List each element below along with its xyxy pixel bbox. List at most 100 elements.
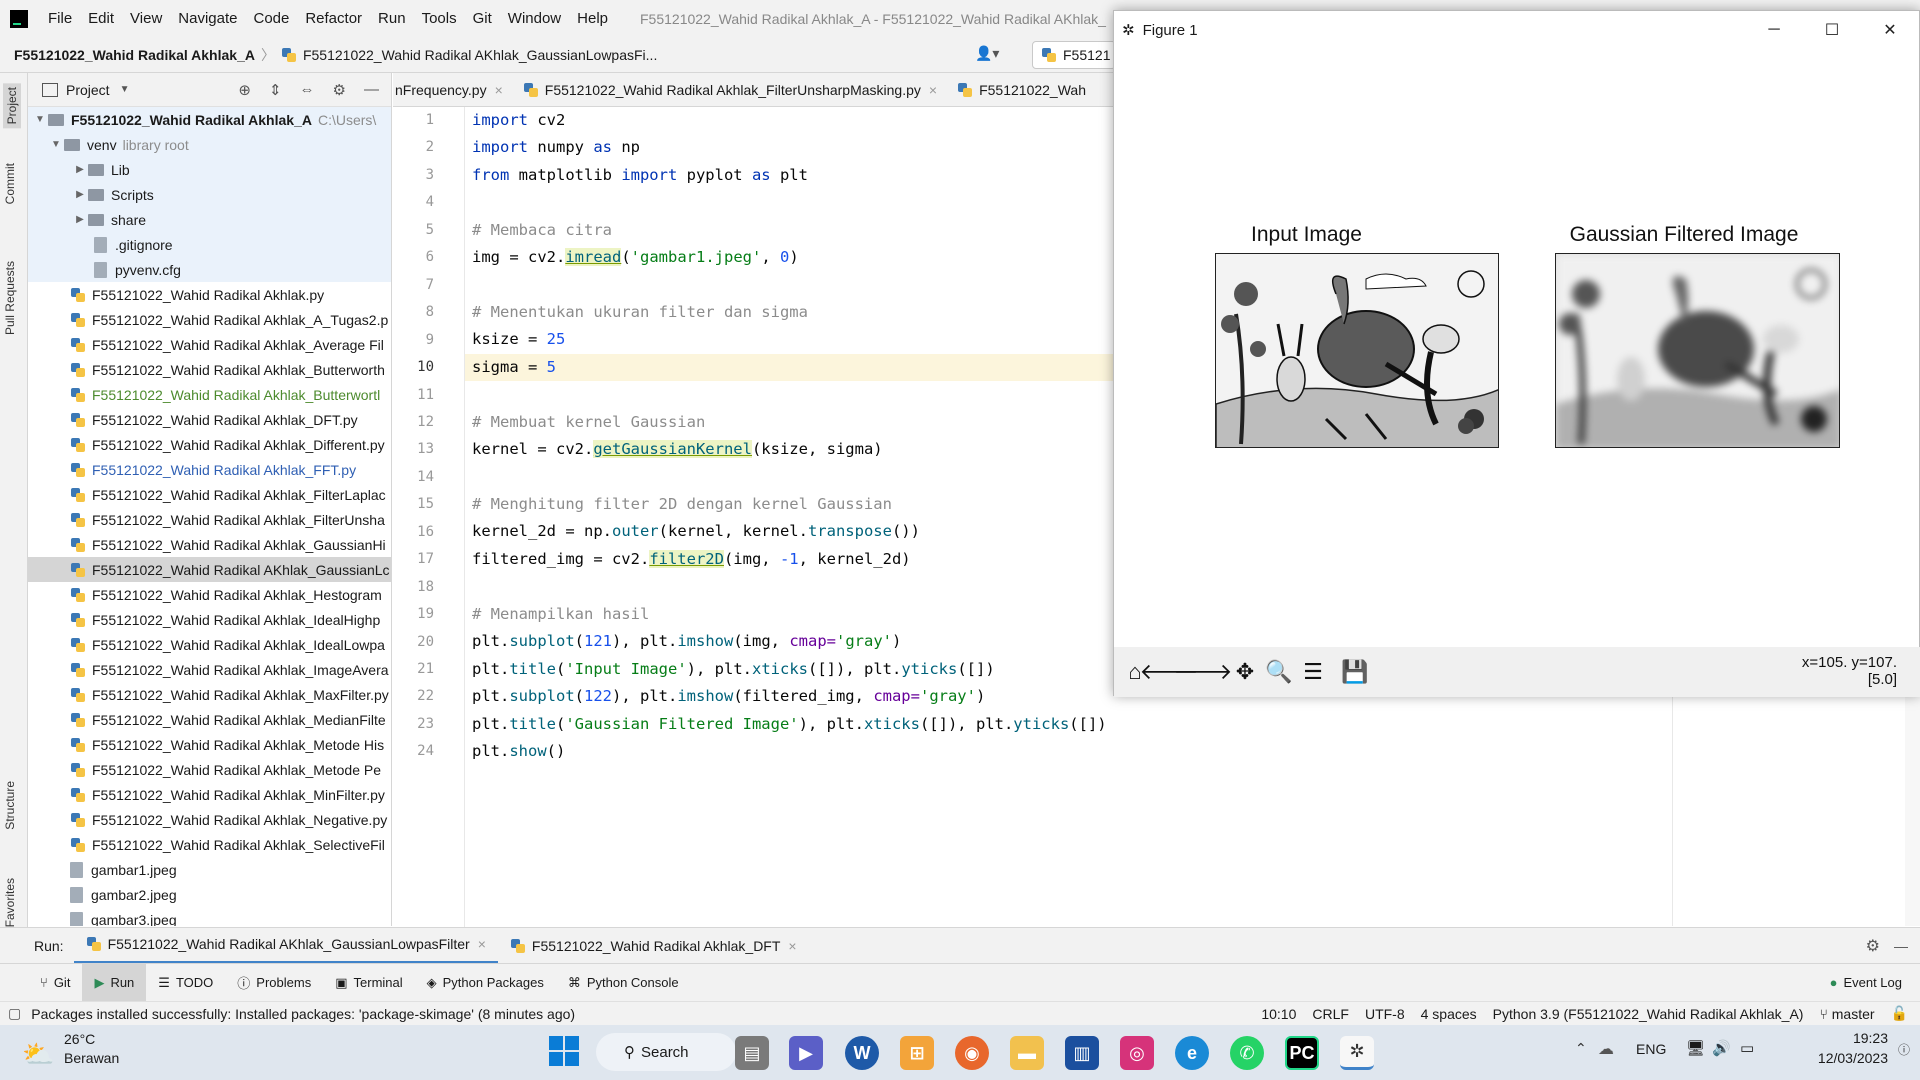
taskbar-search[interactable]: ⚲ Search (596, 1033, 736, 1071)
notification-icon[interactable]: ⓘ (1898, 1041, 1910, 1058)
menu-navigate[interactable]: Navigate (170, 10, 245, 27)
tree-file[interactable]: F55121022_Wahid Radikal Akhlak_DFT.py (28, 407, 391, 432)
terminal-tool-button[interactable]: ▣ Terminal (323, 964, 414, 1002)
gear-icon[interactable]: ⚙ (1866, 936, 1880, 956)
tree-file-pyvenv[interactable]: pyvenv.cfg (28, 257, 391, 282)
network-icon[interactable]: 🖥 (1686, 1039, 1705, 1057)
tree-folder-share[interactable]: ▶ share (28, 207, 391, 232)
chevron-down-icon[interactable]: ▼ (120, 84, 130, 95)
python-packages-tool-button[interactable]: ◈ Python Packages (415, 964, 556, 1002)
tree-file[interactable]: F55121022_Wahid Radikal Akhlak_A_Tugas2.… (28, 307, 391, 332)
menu-file[interactable]: File (40, 10, 80, 27)
todo-tool-button[interactable]: ☰ TODO (146, 964, 225, 1002)
close-icon[interactable]: × (929, 82, 937, 98)
instagram-icon[interactable]: ◎ (1120, 1036, 1154, 1070)
battery-icon[interactable]: ▭ (1740, 1039, 1754, 1057)
editor-tab[interactable]: F55121022_Wah (947, 73, 1096, 106)
favorites-tool-tab[interactable]: Favorites (3, 878, 17, 927)
tree-file-gitignore[interactable]: .gitignore (28, 232, 391, 257)
tree-file[interactable]: F55121022_Wahid Radikal Akhlak_Metode Pe (28, 757, 391, 782)
git-branch[interactable]: ⑂ master (1819, 1006, 1874, 1022)
input-image[interactable] (1215, 253, 1499, 448)
run-tab-dft[interactable]: F55121022_Wahid Radikal Akhlak_DFT × (498, 928, 809, 964)
close-icon[interactable]: × (495, 82, 503, 98)
breadcrumb-file[interactable]: F55121022_Wahid Radikal AKhlak_GaussianL… (303, 47, 657, 63)
lock-icon[interactable]: 🔓 (1891, 1005, 1908, 1022)
project-tool-tab[interactable]: Project (3, 83, 21, 129)
onedrive-cloud-icon[interactable]: ☁ (1598, 1039, 1614, 1059)
tree-file[interactable]: F55121022_Wahid Radikal Akhlak_Selective… (28, 832, 391, 857)
line-separator[interactable]: CRLF (1312, 1006, 1349, 1022)
whatsapp-icon[interactable]: ✆ (1230, 1036, 1264, 1070)
gear-icon[interactable]: ⚙ (333, 81, 346, 99)
tree-file[interactable]: F55121022_Wahid Radikal Akhlak_Hestogram (28, 582, 391, 607)
tree-file[interactable]: gambar2.jpeg (28, 882, 391, 907)
problems-tool-button[interactable]: ⓘ Problems (225, 964, 323, 1002)
menu-view[interactable]: View (122, 10, 170, 27)
file-explorer-icon[interactable]: ▬ (1010, 1036, 1044, 1070)
tree-file[interactable]: F55121022_Wahid Radikal Akhlak_MedianFil… (28, 707, 391, 732)
python-figure-app-icon[interactable]: ✲ (1340, 1036, 1374, 1070)
volume-icon[interactable]: 🔊 (1712, 1039, 1731, 1057)
edge-browser-icon[interactable]: e (1175, 1036, 1209, 1070)
subplots-config-icon[interactable]: ☰ (1296, 655, 1330, 689)
chevron-down-icon[interactable]: ▼ (32, 114, 48, 125)
event-log-button[interactable]: ● Event Log (1818, 964, 1914, 1002)
tree-file[interactable]: F55121022_Wahid Radikal Akhlak_IdealLowp… (28, 632, 391, 657)
file-encoding[interactable]: UTF-8 (1365, 1006, 1405, 1022)
gaussian-filtered-image[interactable] (1555, 253, 1840, 448)
run-tab-gaussian[interactable]: F55121022_Wahid Radikal AKhlak_GaussianL… (73, 928, 498, 964)
run-tool-button[interactable]: ▶ Run (82, 963, 147, 1002)
close-icon[interactable]: ✕ (1861, 11, 1919, 49)
chevron-down-icon[interactable]: ▼ (48, 139, 64, 150)
chevron-right-icon[interactable]: ▶ (72, 189, 88, 200)
minimize-icon[interactable]: ─ (1745, 11, 1803, 49)
menu-edit[interactable]: Edit (80, 10, 122, 27)
tree-file[interactable]: F55121022_Wahid Radikal AKhlak_GaussianL… (28, 557, 391, 582)
locate-icon[interactable]: ⊕ (238, 81, 251, 99)
structure-tool-tab[interactable]: Structure (3, 781, 17, 830)
teams-icon[interactable]: ▶ (789, 1036, 823, 1070)
tree-file[interactable]: gambar1.jpeg (28, 857, 391, 882)
tree-file[interactable]: F55121022_Wahid Radikal Akhlak_FilterUns… (28, 507, 391, 532)
tree-file[interactable]: F55121022_Wahid Radikal Akhlak_FilterLap… (28, 482, 391, 507)
task-view-icon[interactable]: ▤ (735, 1036, 769, 1070)
chevron-up-icon[interactable]: ⌃ (1575, 1040, 1587, 1057)
project-panel-title[interactable]: Project (66, 82, 110, 98)
menu-window[interactable]: Window (500, 10, 569, 27)
menu-code[interactable]: Code (245, 10, 297, 27)
collapse-all-icon[interactable]: ⇔ (300, 81, 315, 99)
breadcrumb-project[interactable]: F55121022_Wahid Radikal Akhlak_A (14, 47, 255, 63)
tree-file[interactable]: F55121022_Wahid Radikal Akhlak_IdealHigh… (28, 607, 391, 632)
firefox-icon[interactable]: ◉ (955, 1036, 989, 1070)
user-icon[interactable]: 👤▾ (975, 45, 999, 62)
menu-refactor[interactable]: Refactor (297, 10, 370, 27)
cursor-position[interactable]: 10:10 (1261, 1006, 1296, 1022)
weather-cloud-icon[interactable]: ⛅ (22, 1039, 54, 1070)
tree-file[interactable]: F55121022_Wahid Radikal Akhlak_Average F… (28, 332, 391, 357)
tree-file[interactable]: F55121022_Wahid Radikal Akhlak_MinFilter… (28, 782, 391, 807)
save-icon[interactable]: 💾 (1338, 655, 1372, 689)
tree-root[interactable]: ▼ F55121022_Wahid Radikal Akhlak_A C:\Us… (28, 107, 391, 132)
windows-start-icon[interactable] (549, 1036, 579, 1066)
tree-file[interactable]: F55121022_Wahid Radikal Akhlak_Butterwor… (28, 357, 391, 382)
run-config-selector[interactable]: F55121 (1032, 41, 1116, 69)
git-tool-button[interactable]: ⑂ Git (28, 964, 82, 1002)
chevron-right-icon[interactable]: ▶ (72, 164, 88, 175)
tree-file[interactable]: F55121022_Wahid Radikal Akhlak_GaussianH… (28, 532, 391, 557)
tree-file[interactable]: F55121022_Wahid Radikal Akhlak_Different… (28, 432, 391, 457)
tree-folder-scripts[interactable]: ▶ Scripts (28, 182, 391, 207)
tree-file[interactable]: F55121022_Wahid Radikal Akhlak_Butterwor… (28, 382, 391, 407)
editor-tab[interactable]: F55121022_Wahid Radikal Akhlak_FilterUns… (513, 73, 947, 106)
dev-app-icon[interactable]: ▥ (1065, 1036, 1099, 1070)
weather-desc[interactable]: Berawan (64, 1050, 119, 1066)
tree-file[interactable]: F55121022_Wahid Radikal Akhlak_MaxFilter… (28, 682, 391, 707)
language-indicator[interactable]: ENG (1636, 1041, 1666, 1057)
clock-date[interactable]: 12/03/2023 (1812, 1050, 1888, 1066)
tree-file[interactable]: F55121022_Wahid Radikal Akhlak.py (28, 282, 391, 307)
forward-arrow-icon[interactable]: 🡒 (1174, 655, 1233, 689)
indent-setting[interactable]: 4 spaces (1421, 1006, 1477, 1022)
status-toggle-icon[interactable]: ▢ (8, 1005, 21, 1022)
hide-icon[interactable]: — (364, 81, 379, 99)
status-message[interactable]: Packages installed successfully: Install… (31, 1006, 575, 1022)
